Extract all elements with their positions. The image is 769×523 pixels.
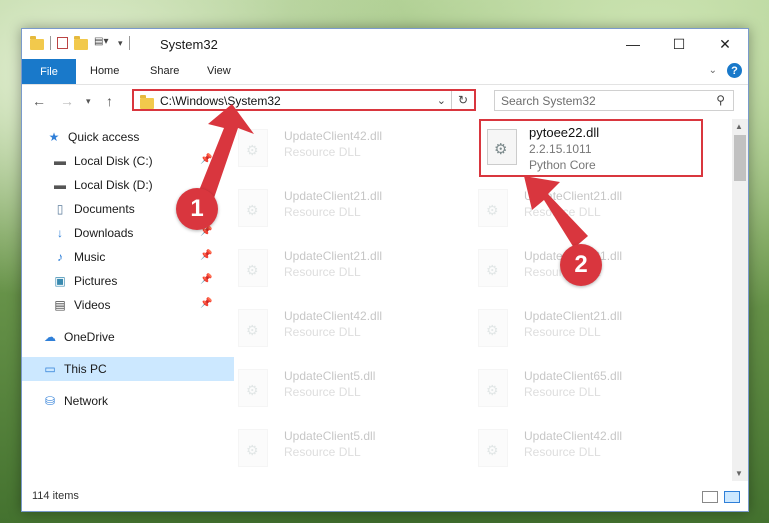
annotation-arrows — [196, 104, 588, 248]
arrow-1 — [196, 104, 254, 198]
arrow-2 — [524, 176, 588, 248]
step-badge-2: 2 — [560, 244, 602, 286]
step-badge-1: 1 — [176, 188, 218, 230]
